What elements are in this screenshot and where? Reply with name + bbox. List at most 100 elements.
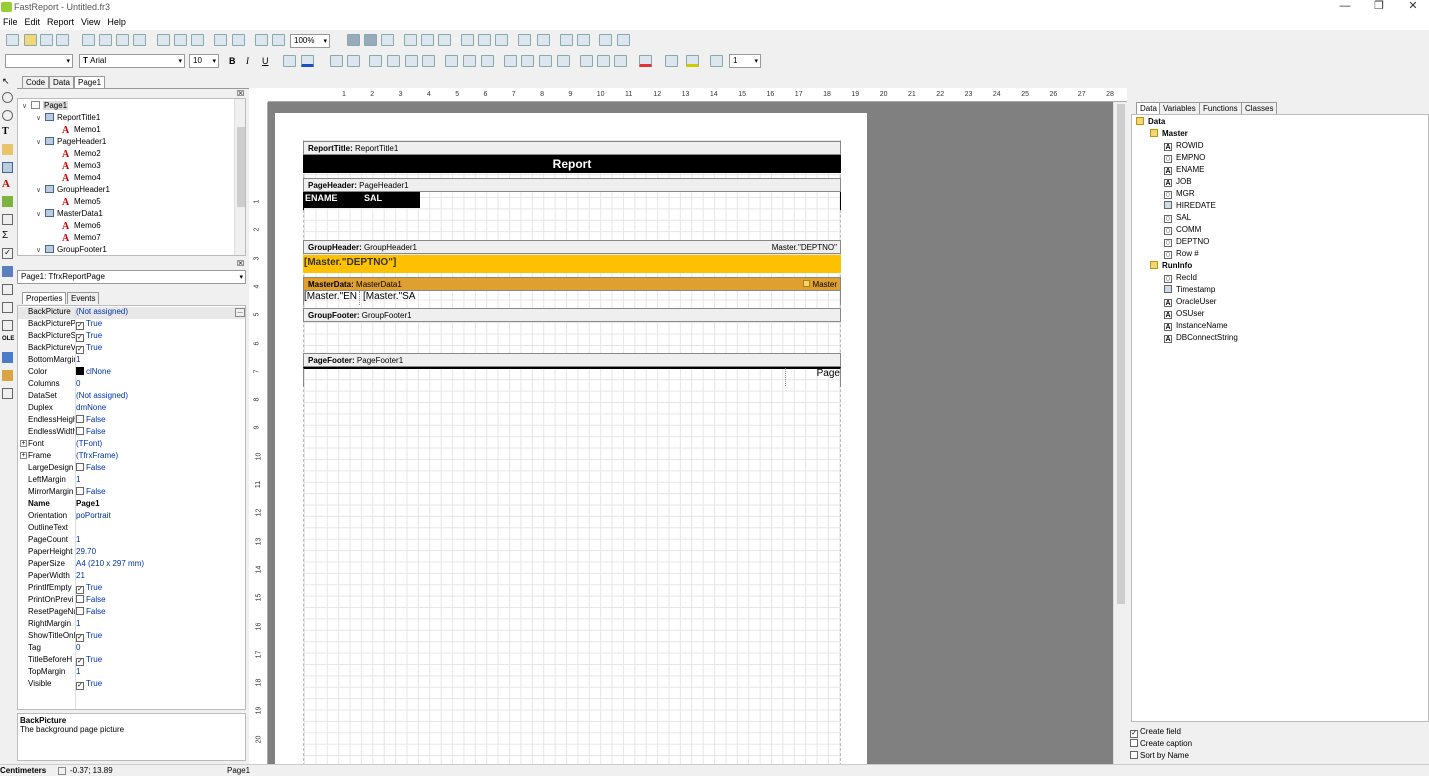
zoom-tool-icon[interactable] <box>2 110 13 121</box>
checkbox[interactable]: ✓ <box>76 346 84 354</box>
shape-tool-icon[interactable] <box>2 284 13 295</box>
frame-right-icon[interactable] <box>557 55 570 67</box>
property-row[interactable]: TitleBeforeH ✓ True <box>18 655 245 667</box>
space-vertical-icon[interactable] <box>537 34 550 46</box>
property-value[interactable]: poPortrait <box>76 511 111 520</box>
property-value[interactable]: ✓ True <box>76 319 102 330</box>
property-value[interactable]: 0 <box>76 379 80 388</box>
property-row[interactable]: DataSet (Not assigned) <box>18 391 245 403</box>
master-field-ename[interactable]: [Master."EN <box>303 291 360 305</box>
property-row[interactable]: MirrorMargin False <box>18 487 245 499</box>
property-value[interactable]: dmNone <box>76 403 106 412</box>
property-value[interactable]: False <box>76 415 106 424</box>
chart-tool-icon[interactable] <box>2 352 13 363</box>
property-row[interactable]: PaperWidth 21 <box>18 571 245 583</box>
masterdata-band-header[interactable]: MasterData: MasterData1 Master <box>303 277 841 291</box>
menu-help[interactable]: Help <box>104 16 130 27</box>
master-field-sal[interactable]: [Master."SA <box>362 291 420 305</box>
field-ename[interactable]: A ENAME <box>1164 165 1204 175</box>
format-painter-icon[interactable] <box>2 144 13 155</box>
property-row[interactable]: BackPicture (Not assigned)... <box>18 307 245 319</box>
tab-page1[interactable]: Page1 <box>74 76 106 88</box>
tree-node-reporttitle1[interactable]: ∨ ReportTitle1 <box>36 113 100 122</box>
checkbox[interactable] <box>76 427 84 435</box>
center-horizontal-icon[interactable] <box>560 34 573 46</box>
option-sort-by-name[interactable]: Sort by Name <box>1130 751 1189 760</box>
line-style-icon[interactable] <box>710 55 723 67</box>
property-row[interactable]: ResetPageNu False <box>18 607 245 619</box>
tab-data[interactable]: Data <box>49 76 74 88</box>
object-selector[interactable]: Page1: TfrxReportPage ▾ <box>17 270 246 284</box>
field-mgr[interactable]: 0 MGR <box>1164 189 1195 199</box>
property-value[interactable]: ✓ True <box>76 655 102 666</box>
property-value[interactable]: ✓ True <box>76 631 102 642</box>
property-value[interactable]: 1 <box>76 535 80 544</box>
valign-bottom-icon[interactable] <box>481 55 494 67</box>
ole-tool-icon[interactable]: OLE <box>2 336 14 347</box>
line-tool-icon[interactable] <box>2 266 13 277</box>
tree-node-memo1[interactable]: A Memo1 <box>62 125 101 136</box>
reporttitle-band-header[interactable]: ReportTitle: ReportTitle1 <box>303 141 841 155</box>
group-icon[interactable] <box>255 34 268 46</box>
property-value[interactable]: 29.70 <box>76 547 96 556</box>
center-vertical-icon[interactable] <box>577 34 590 46</box>
hand-tool-icon[interactable] <box>2 92 13 103</box>
bold-button[interactable]: B <box>229 56 236 66</box>
property-row[interactable]: Tag 0 <box>18 643 245 655</box>
ungroup-icon[interactable] <box>272 34 285 46</box>
property-value[interactable]: ✓ True <box>76 343 102 354</box>
frame-color-icon[interactable] <box>665 55 678 67</box>
subreport-tool-icon[interactable] <box>2 214 13 225</box>
property-row[interactable]: OutlineText <box>18 523 245 535</box>
richtext-tool-icon[interactable] <box>2 302 13 313</box>
sum-tool-icon[interactable]: Σ <box>2 230 13 241</box>
tree-node-page1[interactable]: ∨ Page1 <box>22 101 69 110</box>
select-tool-icon[interactable]: ↖ <box>2 76 13 87</box>
tab-events[interactable]: Events <box>67 292 100 304</box>
tree-node-memo5[interactable]: A Memo5 <box>62 197 101 208</box>
line-color-icon[interactable] <box>686 55 699 67</box>
frame-bottom-icon[interactable] <box>521 55 534 67</box>
zoom-combo[interactable]: 100% ▾ <box>290 34 330 48</box>
checkbox[interactable]: ✓ <box>76 658 84 666</box>
preview-icon[interactable] <box>56 34 69 46</box>
field-oracleuser[interactable]: A OracleUser <box>1164 297 1216 307</box>
field-deptno[interactable]: 0 DEPTNO <box>1164 237 1209 247</box>
expand-icon[interactable]: + <box>20 440 27 447</box>
text-justify-icon[interactable] <box>422 55 435 67</box>
report-title-memo[interactable]: Report <box>303 155 841 173</box>
property-row[interactable]: Columns 0 <box>18 379 245 391</box>
font-name-combo[interactable]: T Arial ▾ <box>79 54 185 68</box>
picture-tool-icon[interactable] <box>2 196 13 207</box>
align-center-icon[interactable] <box>421 34 434 46</box>
pageheader-band-header[interactable]: PageHeader: PageHeader1 <box>303 178 841 192</box>
highlight-icon[interactable] <box>330 55 343 67</box>
tree-node-memo7[interactable]: A Memo7 <box>62 233 101 244</box>
property-value[interactable]: False <box>76 607 106 616</box>
property-row[interactable]: LargeDesign False <box>18 463 245 475</box>
align-middle-icon[interactable] <box>478 34 491 46</box>
option-create-caption[interactable]: Create caption <box>1130 739 1192 748</box>
align-top-icon[interactable] <box>461 34 474 46</box>
property-value[interactable]: ✓ True <box>76 331 102 342</box>
field-timestamp[interactable]: Timestamp <box>1164 285 1215 294</box>
page-number-memo[interactable]: Page <box>785 368 841 386</box>
tree-node-memo3[interactable]: A Memo3 <box>62 161 101 172</box>
checkbox[interactable] <box>1130 751 1138 759</box>
tab-code[interactable]: Code <box>22 76 50 88</box>
gradient-tool-icon[interactable] <box>2 370 13 381</box>
checkbox[interactable]: ✓ <box>76 334 84 342</box>
align-right-icon[interactable] <box>438 34 451 46</box>
expand-icon[interactable]: + <box>20 452 27 459</box>
page-grid[interactable] <box>303 140 841 776</box>
tab-classes[interactable]: Classes <box>1241 102 1278 114</box>
pagefooter-band-header[interactable]: PageFooter: PageFooter1 <box>303 353 841 367</box>
italic-button[interactable]: I <box>246 56 249 66</box>
frame-left-icon[interactable] <box>539 55 552 67</box>
property-row[interactable]: RightMargin 1 <box>18 619 245 631</box>
checkbox[interactable] <box>76 487 84 495</box>
collapse-icon[interactable]: ∨ <box>36 114 45 122</box>
menu-edit[interactable]: Edit <box>22 16 45 27</box>
checkbox[interactable] <box>76 607 84 615</box>
align-to-grid-icon[interactable] <box>364 34 377 46</box>
